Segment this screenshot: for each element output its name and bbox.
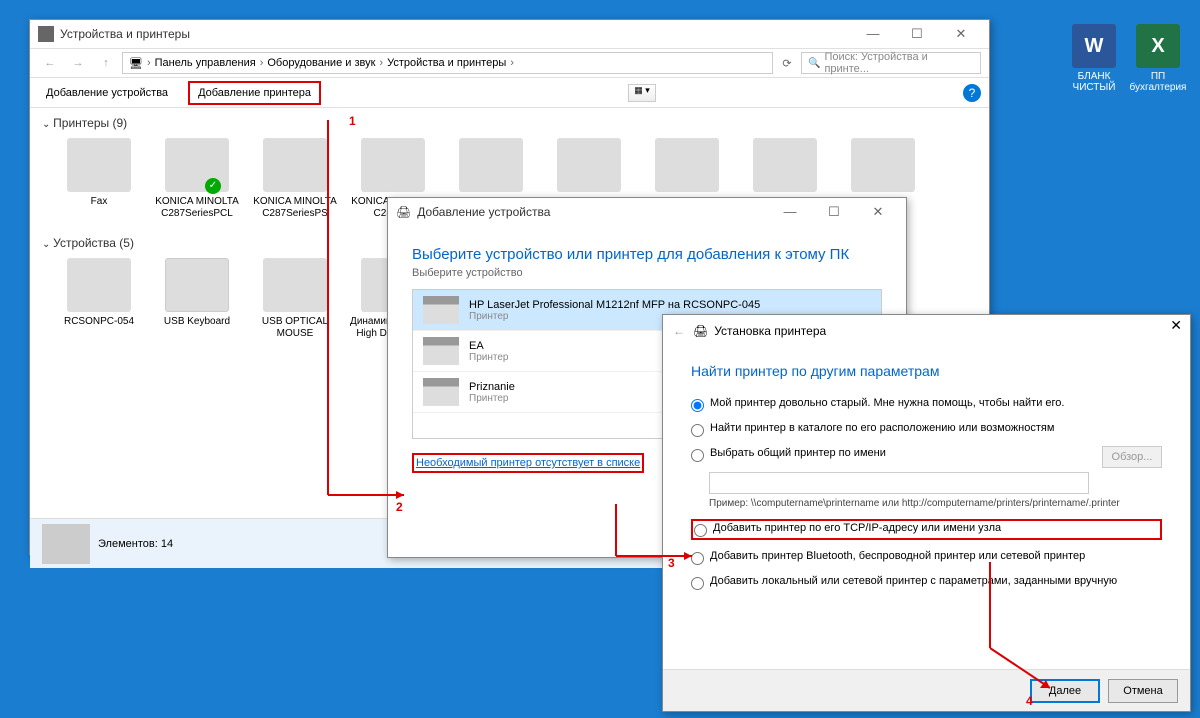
status-icon: [42, 524, 90, 564]
wizard-heading: Найти принтер по другим параметрам: [691, 363, 1162, 379]
refresh-button[interactable]: ⟳: [777, 57, 797, 70]
annotation-2: 2: [396, 500, 403, 514]
word-icon: W: [1072, 24, 1116, 68]
printer-icon: [423, 378, 459, 406]
window-title: Установка принтера: [714, 324, 826, 338]
view-dropdown[interactable]: ▦ ▾: [628, 84, 656, 102]
shared-name-input[interactable]: [709, 472, 1089, 494]
address-bar: ← → ↑ 🖥 › Панель управления › Оборудован…: [30, 48, 989, 78]
annotation-1: 1: [349, 114, 356, 128]
close-button[interactable]: ✕: [941, 26, 981, 42]
status-text: Элементов: 14: [98, 538, 173, 550]
printer-not-listed-link[interactable]: Необходимый принтер отсутствует в списке: [412, 453, 644, 473]
option-old-printer[interactable]: Мой принтер довольно старый. Мне нужна п…: [691, 397, 1162, 412]
browse-button[interactable]: Обзор...: [1102, 446, 1162, 468]
window-icon: [38, 26, 54, 42]
add-printer-button[interactable]: Добавление принтера: [188, 81, 321, 105]
desktop-icon-excel[interactable]: X ПП бухгалтерия: [1128, 24, 1188, 93]
option-directory[interactable]: Найти принтер в каталоге по его располож…: [691, 422, 1162, 437]
wizard-heading: Выберите устройство или принтер для доба…: [412, 246, 882, 263]
minimize-button[interactable]: —: [853, 26, 893, 42]
close-button[interactable]: ✕: [1170, 317, 1182, 334]
printer-item[interactable]: ✓KONICA MINOLTA C287SeriesPCL: [152, 138, 242, 220]
back-button[interactable]: ←: [38, 52, 62, 74]
device-item[interactable]: RCSONPC-054: [54, 258, 144, 340]
back-button[interactable]: ←: [673, 324, 685, 338]
add-device-button[interactable]: Добавление устройства: [38, 83, 176, 103]
device-item[interactable]: USB Keyboard: [152, 258, 242, 340]
printer-icon: [423, 296, 459, 324]
forward-button[interactable]: →: [66, 52, 90, 74]
annotation-4: 4: [1026, 694, 1033, 708]
option-shared-name[interactable]: Выбрать общий принтер по имени: [691, 447, 1162, 462]
annotation-3: 3: [668, 556, 675, 570]
option-local[interactable]: Добавить локальный или сетевой принтер с…: [691, 575, 1162, 590]
toolbar: Добавление устройства Добавление принтер…: [30, 78, 989, 108]
default-badge-icon: ✓: [205, 178, 221, 194]
titlebar[interactable]: 🖨 Добавление устройства — ☐ ✕: [388, 198, 906, 226]
close-button[interactable]: ✕: [858, 204, 898, 220]
window-title: Добавление устройства: [417, 205, 550, 219]
install-printer-wizard: ✕ ← 🖨 Установка принтера Найти принтер п…: [662, 314, 1191, 712]
next-button[interactable]: Далее: [1030, 679, 1100, 703]
wizard-subtitle: Выберите устройство: [412, 267, 882, 279]
breadcrumb[interactable]: 🖥 › Панель управления › Оборудование и з…: [122, 52, 773, 74]
bc-icon: 🖥: [129, 57, 143, 70]
printer-icon: [423, 337, 459, 365]
printer-item[interactable]: KONICA MINOLTA C287SeriesPS: [250, 138, 340, 220]
printer-item[interactable]: Fax: [54, 138, 144, 220]
desktop-icon-word[interactable]: W БЛАНК ЧИСТЫЙ: [1064, 24, 1124, 93]
window-title: Устройства и принтеры: [60, 27, 190, 41]
device-item[interactable]: USB OPTICAL MOUSE: [250, 258, 340, 340]
titlebar[interactable]: Устройства и принтеры — ☐ ✕: [30, 20, 989, 48]
search-input[interactable]: Поиск: Устройства и принте...: [801, 52, 981, 74]
maximize-button[interactable]: ☐: [897, 26, 937, 42]
maximize-button[interactable]: ☐: [814, 204, 854, 220]
option-bluetooth[interactable]: Добавить принтер Bluetooth, беспроводной…: [691, 550, 1162, 565]
example-text: Пример: \\computername\printername или h…: [709, 498, 1162, 509]
minimize-button[interactable]: —: [770, 204, 810, 220]
cancel-button[interactable]: Отмена: [1108, 679, 1178, 703]
up-button[interactable]: ↑: [94, 52, 118, 74]
option-tcpip[interactable]: Добавить принтер по его TCP/IP-адресу ил…: [691, 519, 1162, 540]
excel-icon: X: [1136, 24, 1180, 68]
printers-section-header[interactable]: Принтеры (9): [42, 112, 977, 134]
help-button[interactable]: ?: [963, 84, 981, 102]
